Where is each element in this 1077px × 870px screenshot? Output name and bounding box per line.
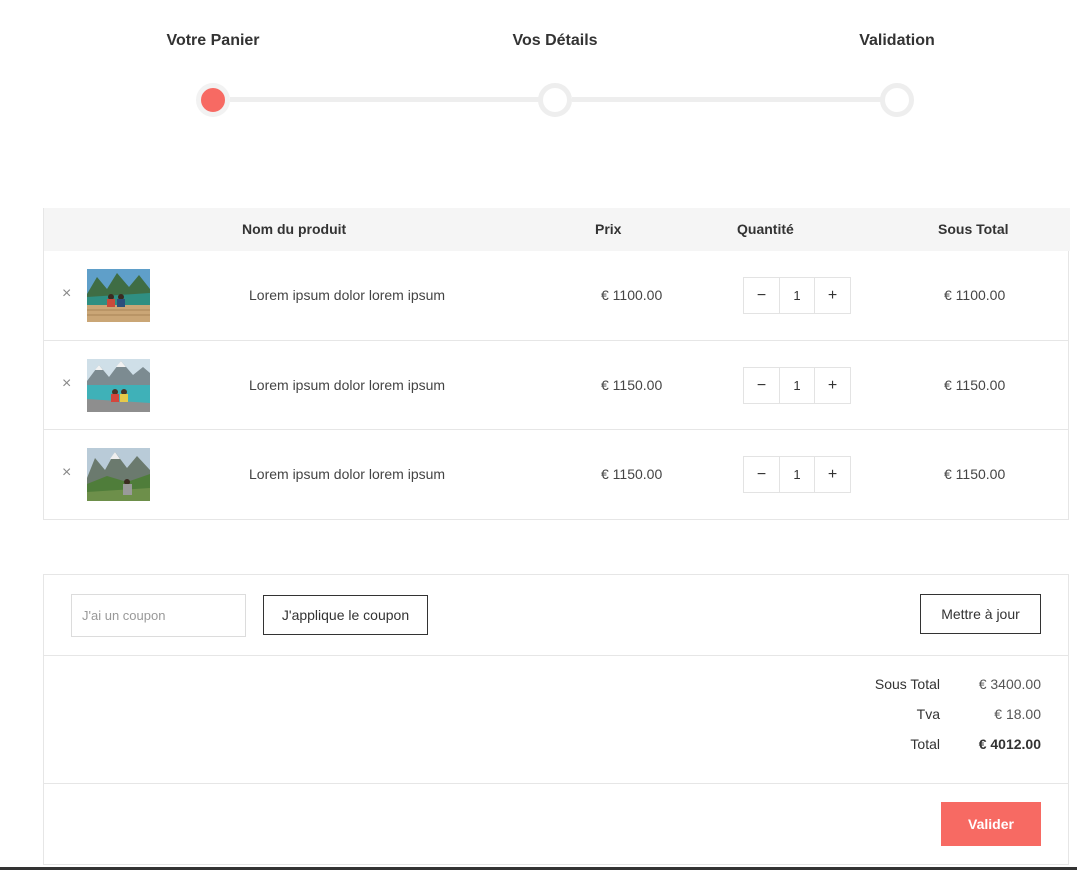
product-price: € 1150.00 xyxy=(601,466,663,482)
checkout-stepper: Votre Panier Vos Détails Validation xyxy=(0,0,1077,140)
summary-total-label: Total xyxy=(910,736,940,752)
step-label-validation[interactable]: Validation xyxy=(859,32,935,50)
decrement-button[interactable]: − xyxy=(744,368,779,403)
decrement-button[interactable]: − xyxy=(744,457,779,492)
cart-row: × Lorem ipsum dolor lorem ipsum € 1150.0… xyxy=(44,340,1068,429)
decrement-button[interactable]: − xyxy=(744,278,779,313)
column-header-product: Nom du produit xyxy=(242,221,347,237)
increment-button[interactable]: + xyxy=(815,368,850,403)
column-header-price: Prix xyxy=(595,221,622,237)
step-label-details[interactable]: Vos Détails xyxy=(512,32,597,50)
product-name[interactable]: Lorem ipsum dolor lorem ipsum xyxy=(249,287,445,303)
remove-item-icon[interactable]: × xyxy=(62,284,71,304)
product-thumbnail xyxy=(87,359,150,412)
cart-totals-panel: J'applique le coupon Mettre à jour Sous … xyxy=(43,574,1069,865)
product-price: € 1100.00 xyxy=(601,287,663,303)
quantity-value[interactable]: 1 xyxy=(779,368,815,403)
summary-tax-value: € 18.00 xyxy=(994,706,1041,722)
summary-subtotal-label: Sous Total xyxy=(874,676,940,692)
remove-item-icon[interactable]: × xyxy=(62,463,71,483)
cart-row: × Lorem ipsum dolor lorem ipsum € 1150.0… xyxy=(44,429,1068,518)
validate-button[interactable]: Valider xyxy=(941,802,1041,846)
apply-coupon-button[interactable]: J'applique le coupon xyxy=(263,595,428,635)
product-thumbnail xyxy=(87,448,150,501)
coupon-input[interactable] xyxy=(71,594,246,637)
summary-tax-label: Tva xyxy=(916,706,940,722)
product-name[interactable]: Lorem ipsum dolor lorem ipsum xyxy=(249,466,445,482)
step-connector xyxy=(230,97,540,102)
remove-item-icon[interactable]: × xyxy=(62,374,71,394)
cart-row: × Lorem ipsum dolor lorem ipsum € 1100.0… xyxy=(44,251,1068,340)
product-price: € 1150.00 xyxy=(601,377,663,393)
quantity-stepper: − 1 + xyxy=(743,456,851,493)
update-cart-button[interactable]: Mettre à jour xyxy=(920,594,1041,634)
quantity-value[interactable]: 1 xyxy=(779,457,815,492)
step-dot-details[interactable] xyxy=(538,83,572,117)
quantity-value[interactable]: 1 xyxy=(779,278,815,313)
column-header-quantity: Quantité xyxy=(737,221,794,237)
step-connector xyxy=(572,97,882,102)
divider xyxy=(44,783,1068,784)
step-dot-validation[interactable] xyxy=(880,83,914,117)
column-header-subtotal: Sous Total xyxy=(938,221,1009,237)
summary-total-value: € 4012.00 xyxy=(978,736,1041,752)
summary-subtotal-value: € 3400.00 xyxy=(978,676,1041,692)
row-subtotal: € 1100.00 xyxy=(944,287,1006,303)
increment-button[interactable]: + xyxy=(815,457,850,492)
step-dot-cart[interactable] xyxy=(196,83,230,117)
cart-table-header: Nom du produit Prix Quantité Sous Total xyxy=(44,208,1070,251)
quantity-stepper: − 1 + xyxy=(743,277,851,314)
increment-button[interactable]: + xyxy=(815,278,850,313)
product-name[interactable]: Lorem ipsum dolor lorem ipsum xyxy=(249,377,445,393)
row-subtotal: € 1150.00 xyxy=(944,466,1006,482)
step-label-cart[interactable]: Votre Panier xyxy=(166,32,259,50)
row-subtotal: € 1150.00 xyxy=(944,377,1006,393)
divider xyxy=(44,655,1068,656)
cart-table: Nom du produit Prix Quantité Sous Total … xyxy=(43,208,1070,520)
product-thumbnail xyxy=(87,269,150,322)
quantity-stepper: − 1 + xyxy=(743,367,851,404)
